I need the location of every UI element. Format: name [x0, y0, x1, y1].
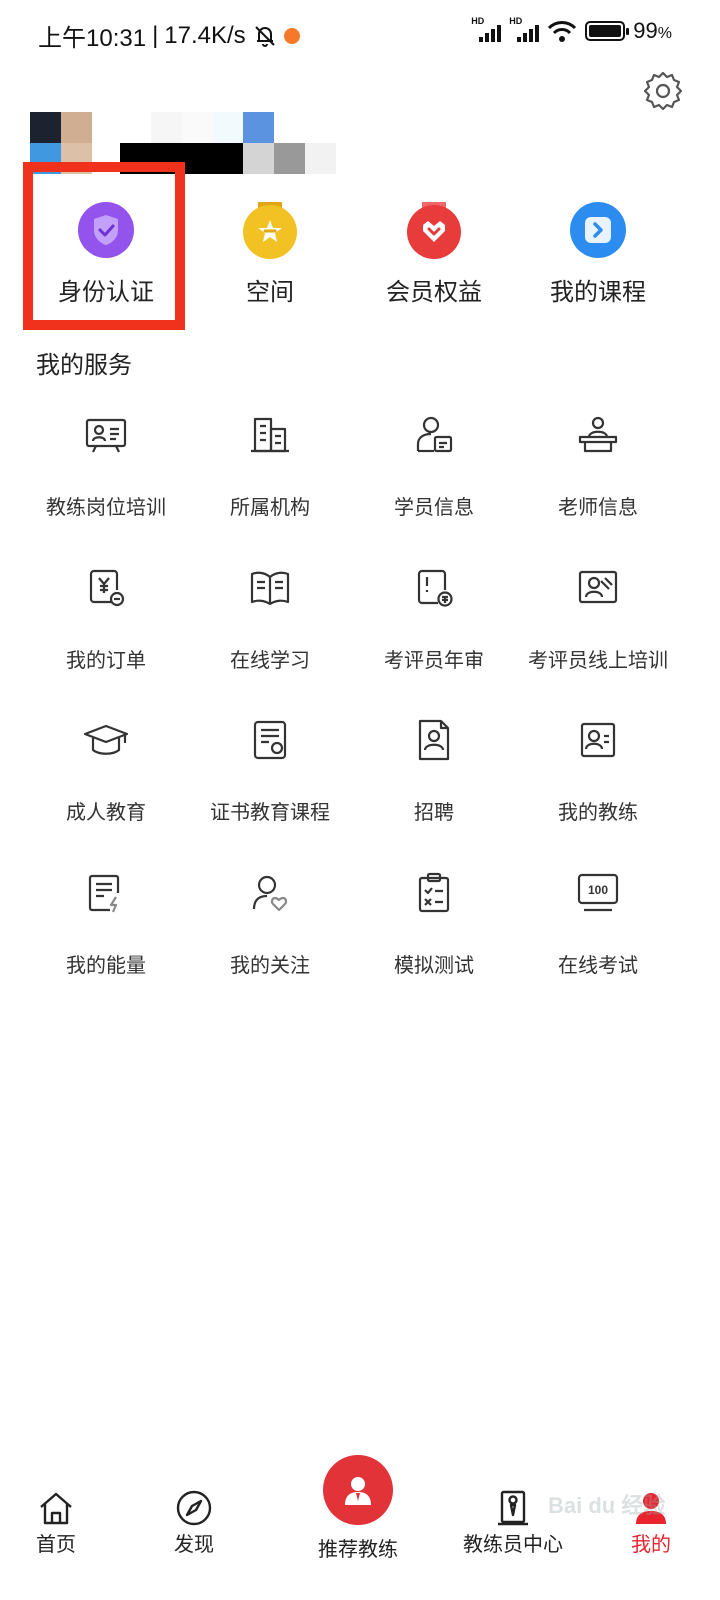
signal-1-icon: HD — [471, 16, 502, 42]
nav-recommended-coach[interactable]: 推荐教练 — [308, 1455, 408, 1562]
teacher-desk-icon — [574, 411, 622, 459]
online-training-icon — [574, 564, 622, 612]
recruit-doc-icon — [410, 716, 458, 764]
quick-entry-space[interactable]: 空间 — [188, 200, 352, 320]
service-label: 在线考试 — [558, 954, 638, 977]
service-label: 所属机构 — [230, 497, 310, 519]
settings-button[interactable] — [641, 69, 685, 113]
service-online-exam[interactable]: 100 在线考试 — [516, 863, 680, 1016]
service-label: 学员信息 — [394, 497, 474, 519]
service-label: 我的订单 — [66, 649, 146, 672]
service-label: 成人教育 — [66, 802, 146, 824]
review-doc-icon — [410, 564, 458, 612]
quick-entry-membership[interactable]: 会员权益 — [352, 200, 516, 320]
quick-entry-identity[interactable]: 身份认证 — [24, 200, 188, 320]
service-my-follows[interactable]: 我的关注 — [188, 863, 352, 1016]
coach-avatar-icon — [323, 1455, 393, 1525]
service-label: 模拟测试 — [394, 954, 474, 977]
service-student-info[interactable]: 学员信息 — [352, 405, 516, 558]
signal-2-icon: HD — [509, 16, 540, 42]
service-examiner-review[interactable]: 考评员年审 — [352, 558, 516, 711]
gear-icon — [643, 71, 683, 111]
section-title-my-services: 我的服务 — [36, 352, 132, 379]
service-label: 考评员线上培训 — [528, 649, 668, 672]
service-label: 考评员年审 — [384, 649, 484, 672]
svg-text:100: 100 — [588, 883, 608, 897]
bottom-nav: 首页 发现 推荐教练 教练员中心 我的 — [0, 1455, 720, 1600]
nav-label: 首页 — [36, 1534, 76, 1556]
quick-entries: 身份认证 空间 会员权益 我的课程 — [24, 200, 680, 320]
service-label: 我的能量 — [66, 954, 146, 977]
service-label: 在线学习 — [230, 649, 310, 672]
graduation-cap-icon — [82, 716, 130, 764]
open-book-icon — [246, 564, 294, 612]
training-board-icon — [82, 411, 130, 459]
service-label: 招聘 — [414, 802, 454, 824]
service-label: 我的教练 — [558, 802, 638, 824]
play-course-icon — [568, 200, 628, 260]
mute-bell-icon — [254, 25, 275, 47]
home-icon — [40, 1492, 72, 1525]
status-right: HD HD 99% — [471, 16, 672, 44]
battery-fill — [589, 25, 621, 37]
follow-user-icon — [246, 869, 294, 917]
battery-icon — [585, 21, 630, 41]
nav-home[interactable]: 首页 — [28, 1488, 84, 1557]
status-speed: 17.4K/s — [164, 21, 246, 49]
nav-label: 我的 — [631, 1534, 671, 1556]
status-separator: | — [152, 21, 159, 49]
service-online-learning[interactable]: 在线学习 — [188, 558, 352, 711]
service-adult-education[interactable]: 成人教育 — [24, 710, 188, 863]
service-label: 证书教育课程 — [210, 802, 330, 824]
quick-entry-courses[interactable]: 我的课程 — [516, 200, 680, 320]
order-yuan-icon — [82, 564, 130, 612]
battery-unit: % — [657, 25, 672, 42]
service-my-orders[interactable]: 我的订单 — [24, 558, 188, 711]
service-my-coach[interactable]: 我的教练 — [516, 710, 680, 863]
service-recruitment[interactable]: 招聘 — [352, 710, 516, 863]
quick-entry-label: 空间 — [246, 279, 294, 306]
nav-label: 教练员中心 — [463, 1534, 563, 1556]
shield-check-icon — [76, 200, 136, 260]
status-bar: 上午10:31 | 17.4K/s HD HD 99% — [0, 0, 720, 68]
user-icon — [636, 1493, 666, 1524]
status-left: 上午10:31 | 17.4K/s — [38, 18, 300, 53]
quick-entry-label: 我的课程 — [550, 279, 646, 306]
service-my-energy[interactable]: 我的能量 — [24, 863, 188, 1016]
service-coach-training[interactable]: 教练岗位培训 — [24, 405, 188, 558]
heart-badge-icon — [404, 200, 464, 260]
battery-percent: 99 — [633, 18, 658, 43]
service-label: 我的关注 — [230, 954, 310, 977]
service-label: 教练岗位培训 — [46, 497, 166, 519]
exam-score-icon: 100 — [574, 869, 622, 917]
energy-doc-icon — [82, 869, 130, 917]
star-badge-icon — [240, 200, 300, 260]
certificate-icon — [246, 716, 294, 764]
nav-label: 发现 — [174, 1534, 214, 1556]
service-institution[interactable]: 所属机构 — [188, 405, 352, 558]
compass-icon — [176, 1490, 212, 1526]
status-time: 上午10:31 — [38, 25, 147, 52]
nav-discover[interactable]: 发现 — [166, 1488, 222, 1557]
service-label: 老师信息 — [558, 497, 638, 519]
coach-center-icon — [498, 1490, 528, 1526]
notification-dot-icon — [283, 27, 300, 44]
student-card-icon — [410, 411, 458, 459]
service-certificate-courses[interactable]: 证书教育课程 — [188, 710, 352, 863]
wifi-icon — [548, 21, 577, 42]
building-icon — [246, 411, 294, 459]
nav-coach-center[interactable]: 教练员中心 — [458, 1488, 568, 1557]
service-mock-test[interactable]: 模拟测试 — [352, 863, 516, 1016]
quick-entry-label: 会员权益 — [386, 279, 482, 306]
nav-label: 推荐教练 — [318, 1539, 398, 1561]
checklist-icon — [410, 869, 458, 917]
service-teacher-info[interactable]: 老师信息 — [516, 405, 680, 558]
user-avatar-obscured[interactable] — [30, 112, 336, 174]
coach-card-icon — [574, 716, 622, 764]
battery-level: 99% — [633, 18, 672, 44]
quick-entry-label: 身份认证 — [58, 279, 154, 306]
service-examiner-online-training[interactable]: 考评员线上培训 — [516, 558, 680, 711]
services-grid: 教练岗位培训 所属机构 学员信息 老师信息 我的订单 在线学习 考评员年审 考评… — [24, 405, 680, 1015]
nav-mine[interactable]: 我的 — [626, 1488, 676, 1557]
